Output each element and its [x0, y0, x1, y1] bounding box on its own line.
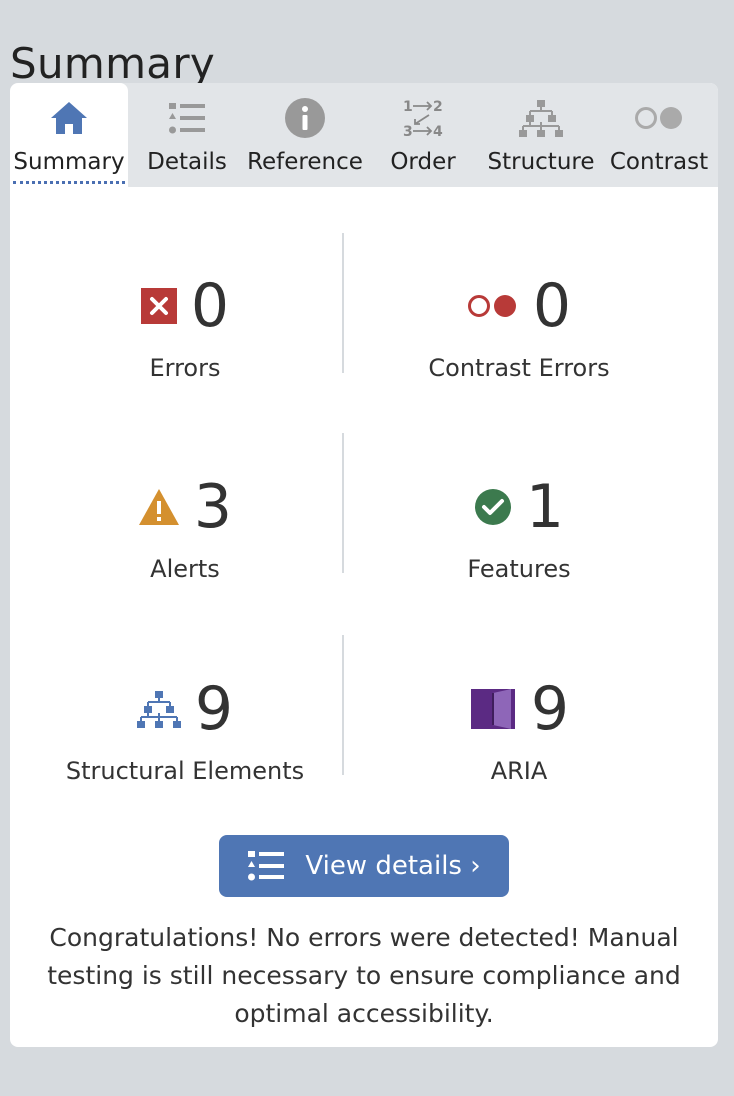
alerts-label: Alerts	[150, 555, 220, 583]
home-icon	[10, 97, 128, 139]
tab-summary[interactable]: Summary	[10, 83, 128, 187]
list-icon	[128, 97, 246, 139]
errors-label: Errors	[149, 354, 221, 382]
stat-alerts: 3 Alerts	[20, 471, 350, 621]
structural-elements-count: 9	[194, 674, 234, 744]
alerts-count: 3	[193, 472, 233, 542]
alert-triangle-icon	[138, 488, 180, 526]
stat-features: 1 Features	[354, 471, 684, 621]
congratulations-message: Congratulations! No errors were detected…	[47, 923, 681, 1028]
tab-reference[interactable]: Reference	[246, 83, 364, 187]
aria-count: 9	[530, 674, 570, 744]
structure-icon	[482, 97, 600, 139]
stat-aria: 9 ARIA	[354, 673, 684, 823]
view-details-button[interactable]: View details ›	[219, 835, 509, 897]
view-details-label: View details ›	[305, 851, 481, 881]
summary-panel: Summary Details Reference 1 2 3 4 Order …	[10, 83, 718, 1047]
features-label: Features	[467, 555, 571, 583]
contrast-error-icon	[467, 292, 519, 320]
tab-details-label: Details	[147, 149, 227, 175]
structural-elements-label: Structural Elements	[65, 757, 305, 785]
svg-text:4: 4	[433, 124, 443, 140]
tab-order-label: Order	[390, 149, 456, 175]
stat-contrast-errors: 0 Contrast Errors	[354, 270, 684, 420]
tab-order[interactable]: 1 2 3 4 Order	[364, 83, 482, 187]
contrast-errors-label: Contrast Errors	[428, 354, 610, 382]
contrast-icon	[600, 97, 718, 139]
svg-text:2: 2	[433, 99, 443, 115]
stat-errors: 0 Errors	[20, 270, 350, 420]
tab-structure[interactable]: Structure	[482, 83, 600, 187]
features-count: 1	[525, 472, 565, 542]
tab-details[interactable]: Details	[128, 83, 246, 187]
aria-icon	[469, 685, 517, 733]
svg-text:1: 1	[403, 99, 413, 115]
tab-contrast-label: Contrast	[609, 149, 709, 175]
info-icon	[246, 97, 364, 139]
structure-icon	[136, 689, 181, 729]
tab-bar: Summary Details Reference 1 2 3 4 Order …	[10, 83, 718, 187]
errors-count: 0	[190, 271, 230, 341]
tab-contrast[interactable]: Contrast	[600, 83, 718, 187]
svg-text:3: 3	[403, 124, 413, 140]
stat-structural-elements: 9 Structural Elements	[20, 673, 350, 823]
active-tab-indicator	[13, 181, 125, 184]
aria-label: ARIA	[490, 757, 548, 785]
error-x-icon	[140, 288, 177, 324]
list-icon	[247, 849, 285, 883]
tab-summary-label: Summary	[13, 149, 125, 175]
tab-structure-label: Structure	[487, 149, 595, 175]
feature-check-icon	[474, 488, 512, 526]
contrast-errors-count: 0	[532, 271, 572, 341]
order-icon: 1 2 3 4	[364, 97, 482, 140]
tab-reference-label: Reference	[247, 149, 363, 175]
